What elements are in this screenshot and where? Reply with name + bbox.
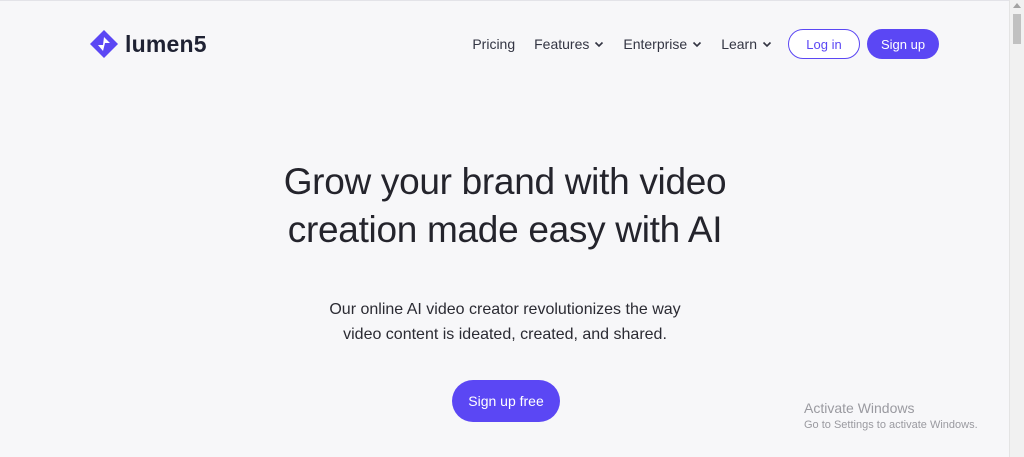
hero-subtitle-line-2: video content is ideated, created, and s…	[343, 326, 667, 343]
scrollbar-thumb[interactable]	[1013, 14, 1021, 44]
chevron-down-icon	[762, 41, 772, 48]
main-nav: Pricing Features Enterprise Learn Log in…	[472, 29, 939, 59]
nav-pricing-label: Pricing	[472, 36, 516, 52]
nav-learn-label: Learn	[721, 36, 757, 52]
windows-activation-title: Activate Windows	[804, 400, 915, 416]
lumen5-logo-icon	[90, 30, 118, 58]
hero-subtitle: Our online AI video creator revolutioniz…	[250, 297, 760, 347]
nav-features[interactable]: Features	[534, 36, 604, 52]
nav-features-label: Features	[534, 36, 590, 52]
hero-title-line-1: Grow your brand with video	[283, 161, 727, 202]
nav-enterprise-label: Enterprise	[623, 36, 688, 52]
nav-learn[interactable]: Learn	[721, 36, 772, 52]
vertical-scrollbar[interactable]	[1009, 0, 1024, 457]
windows-activation-subtitle: Go to Settings to activate Windows.	[804, 419, 978, 431]
login-button[interactable]: Log in	[788, 29, 860, 59]
chevron-down-icon	[595, 41, 604, 48]
hero-title-line-2: creation made easy with AI	[287, 209, 723, 250]
signup-free-button[interactable]: Sign up free	[452, 380, 560, 422]
brand-name: lumen5	[125, 30, 207, 57]
scroll-up-arrow-icon[interactable]	[1013, 3, 1021, 8]
chevron-down-icon	[693, 41, 702, 48]
nav-pricing[interactable]: Pricing	[472, 36, 515, 52]
nav-enterprise[interactable]: Enterprise	[623, 36, 702, 52]
signup-button[interactable]: Sign up	[867, 29, 939, 59]
page: lumen5 Pricing Features Enterprise Learn…	[0, 1, 1010, 457]
logo-link[interactable]: lumen5	[89, 29, 207, 59]
hero-title: Grow your brand with video creation made…	[200, 158, 810, 254]
hero-subtitle-line-1: Our online AI video creator revolutioniz…	[329, 301, 681, 318]
